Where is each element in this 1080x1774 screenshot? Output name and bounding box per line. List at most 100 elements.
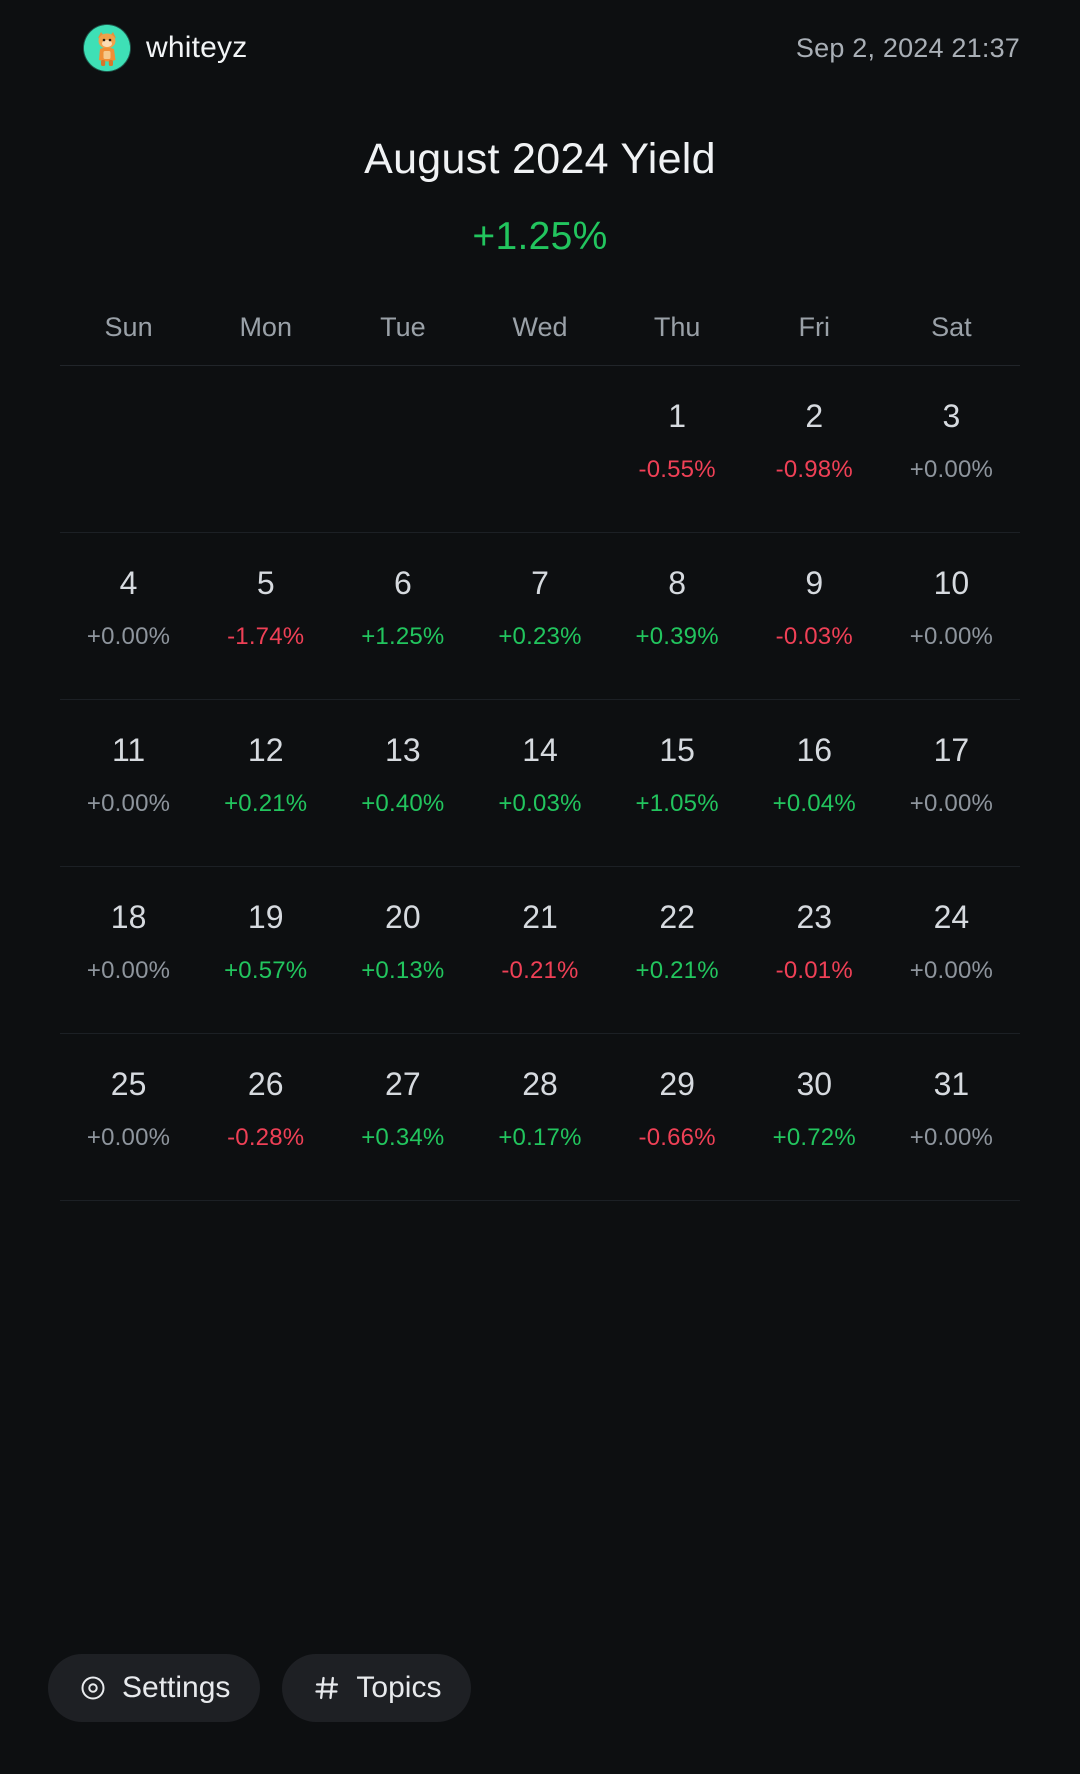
day-yield-value: +0.03%: [498, 790, 582, 817]
day-number: 26: [247, 1066, 284, 1102]
day-yield-value: +1.05%: [635, 790, 719, 817]
app-screen: whiteyz Sep 2, 2024 21:37 August 2024 Yi…: [0, 0, 1080, 1774]
calendar-day-cell[interactable]: 16 +0.04%: [746, 734, 883, 836]
day-number: 16: [796, 732, 833, 768]
calendar-day-cell[interactable]: 5 -1.74%: [197, 567, 334, 669]
day-number: 20: [385, 899, 421, 935]
calendar-day-cell[interactable]: 7 +0.23%: [471, 567, 608, 669]
weekday-header: Tue: [380, 312, 426, 342]
calendar-day-cell[interactable]: 15 +1.05%: [609, 734, 746, 836]
day-yield-value: -0.55%: [638, 456, 716, 483]
day-number: 22: [659, 899, 695, 935]
weekday-header: Wed: [512, 312, 568, 342]
calendar-day-cell[interactable]: 10 +0.00%: [883, 567, 1020, 669]
summary-header: August 2024 Yield +1.25%: [0, 135, 1080, 259]
day-yield-value: +0.23%: [498, 623, 582, 650]
day-yield-value: -0.28%: [227, 1124, 305, 1151]
calendar-day-cell[interactable]: 11 +0.00%: [60, 734, 197, 836]
user-identity[interactable]: whiteyz: [84, 25, 247, 71]
calendar-week-row: 25 +0.00% 26 -0.28% 27 +0.34% 28 +0.17% 29 -0.66%…: [60, 1034, 1020, 1201]
day-number: 21: [522, 899, 558, 935]
calendar-day-cell[interactable]: 31 +0.00%: [883, 1068, 1020, 1170]
calendar-week-row: 4 +0.00% 5 -1.74% 6 +1.25% 7 +0.23% 8 +0.39% 9 -0.0…: [60, 533, 1020, 700]
day-yield-value: +1.25%: [361, 623, 445, 650]
day-number: 10: [933, 565, 970, 601]
day-yield-value: +0.34%: [361, 1124, 445, 1151]
day-yield-value: +0.00%: [86, 623, 171, 650]
day-yield-value: +0.57%: [224, 957, 308, 984]
calendar-day-cell[interactable]: 9 -0.03%: [746, 567, 883, 669]
day-number: 13: [385, 732, 421, 768]
weekday-header-row: Sun Mon Tue Wed Thu Fri Sat: [60, 312, 1020, 366]
weekday-header: Fri: [798, 312, 831, 342]
day-number: 1: [668, 398, 687, 434]
day-number: 19: [247, 899, 284, 935]
day-yield-value: +0.13%: [361, 957, 445, 984]
day-number: 6: [393, 565, 412, 601]
day-yield-value: +0.72%: [772, 1124, 856, 1151]
gear-icon: [78, 1673, 108, 1703]
day-number: 27: [385, 1066, 421, 1102]
calendar-day-cell[interactable]: 24 +0.00%: [883, 901, 1020, 1003]
hash-icon: [312, 1673, 342, 1703]
username-label: whiteyz: [146, 31, 248, 64]
calendar-week-row: 18 +0.00% 19 +0.57% 20 +0.13% 21 -0.21% 22 +0.21%…: [60, 867, 1020, 1034]
calendar-day-cell[interactable]: 25 +0.00%: [60, 1068, 197, 1170]
day-number: 12: [247, 732, 284, 768]
weekday-header: Sun: [104, 312, 153, 342]
calendar-day-cell[interactable]: 19 +0.57%: [197, 901, 334, 1003]
day-yield-value: +0.00%: [86, 790, 171, 817]
calendar-day-cell[interactable]: 4 +0.00%: [60, 567, 197, 669]
day-yield-value: -0.98%: [775, 456, 853, 483]
calendar-day-cell[interactable]: 8 +0.39%: [609, 567, 746, 669]
calendar-day-cell[interactable]: 29 -0.66%: [609, 1068, 746, 1170]
calendar-day-cell[interactable]: 22 +0.21%: [609, 901, 746, 1003]
day-number: 11: [111, 732, 146, 768]
calendar-day-cell[interactable]: 18 +0.00%: [60, 901, 197, 1003]
day-yield-value: -0.21%: [501, 957, 579, 984]
calendar-day-cell[interactable]: 23 -0.01%: [746, 901, 883, 1003]
day-yield-value: +0.00%: [909, 456, 994, 483]
weekday-header: Mon: [239, 312, 292, 342]
day-number: 28: [522, 1066, 558, 1102]
calendar-day-cell[interactable]: 2 -0.98%: [746, 400, 883, 502]
day-yield-value: +0.00%: [86, 957, 171, 984]
calendar-weeks: 1 -0.55% 2 -0.98% 3 +0.00% 4 +0.00% 5 -1.74% 6 +1.2…: [60, 366, 1020, 1201]
calendar-day-cell[interactable]: 20 +0.13%: [334, 901, 471, 1003]
settings-button[interactable]: Settings: [48, 1654, 261, 1722]
day-number: 8: [668, 565, 687, 601]
calendar-day-cell[interactable]: 17 +0.00%: [883, 734, 1020, 836]
calendar-day-cell[interactable]: 27 +0.34%: [334, 1068, 471, 1170]
day-yield-value: -0.01%: [775, 957, 853, 984]
calendar-day-cell[interactable]: 21 -0.21%: [471, 901, 608, 1003]
calendar-day-cell[interactable]: 14 +0.03%: [471, 734, 608, 836]
calendar-day-cell[interactable]: 3 +0.00%: [883, 400, 1020, 502]
weekday-header: Sat: [931, 312, 972, 342]
calendar-day-cell[interactable]: 30 +0.72%: [746, 1068, 883, 1170]
day-number: 5: [256, 565, 275, 601]
calendar-day-cell[interactable]: 13 +0.40%: [334, 734, 471, 836]
day-yield-value: +0.00%: [909, 957, 994, 984]
calendar-day-cell[interactable]: 6 +1.25%: [334, 567, 471, 669]
timestamp-label: Sep 2, 2024 21:37: [795, 32, 1020, 63]
calendar-day-cell[interactable]: 28 +0.17%: [471, 1068, 608, 1170]
day-yield-value: +0.21%: [224, 790, 308, 817]
yield-calendar: Sun Mon Tue Wed Thu Fri Sat 1 -0.55% 2 -0.98% 3 +0.…: [60, 312, 1020, 1201]
day-yield-value: +0.21%: [635, 957, 719, 984]
calendar-day-cell[interactable]: 12 +0.21%: [197, 734, 334, 836]
day-number: 14: [522, 732, 558, 768]
day-number: 9: [805, 565, 824, 601]
day-yield-value: -0.03%: [775, 623, 853, 650]
topics-label: Topics: [356, 1671, 442, 1704]
calendar-day-cell[interactable]: 26 -0.28%: [197, 1068, 334, 1170]
topics-button[interactable]: Topics: [282, 1654, 472, 1722]
day-number: 3: [942, 398, 961, 434]
day-number: 30: [796, 1066, 833, 1102]
day-number: 17: [933, 732, 970, 768]
day-yield-value: +0.00%: [909, 790, 994, 817]
calendar-day-cell[interactable]: 1 -0.55%: [609, 400, 746, 502]
day-number: 29: [659, 1066, 695, 1102]
day-yield-value: -1.74%: [227, 623, 305, 650]
calendar-week-row: 11 +0.00% 12 +0.21% 13 +0.40% 14 +0.03% 15 +1.05%…: [60, 700, 1020, 867]
day-yield-value: +0.17%: [498, 1124, 582, 1151]
